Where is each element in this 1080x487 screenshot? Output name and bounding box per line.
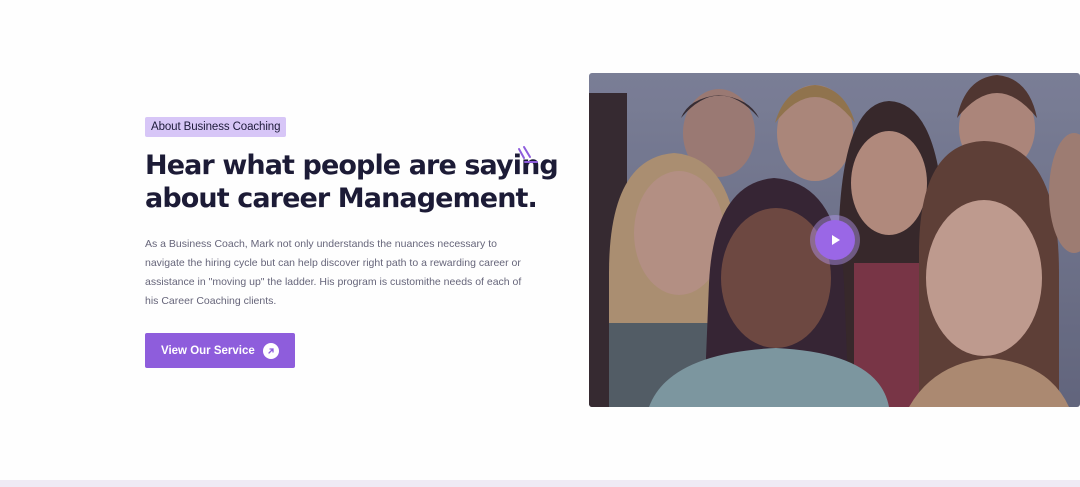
section-headline: Hear what people are saying about career…: [145, 146, 559, 215]
headline-line-2: about career Management.: [145, 183, 538, 214]
section-description: As a Business Coach, Mark not only under…: [145, 238, 522, 307]
play-icon: [832, 235, 840, 245]
arrow-up-right-icon: [262, 342, 279, 359]
play-icon-circle: [815, 220, 855, 260]
sparkle-icon: [518, 146, 538, 163]
headline-line-1: Hear what people are saying: [145, 150, 559, 181]
view-our-service-button[interactable]: View Our Service: [145, 333, 295, 368]
view-our-service-label: View Our Service: [161, 344, 255, 357]
play-button[interactable]: [810, 215, 860, 265]
about-section: About Business Coaching Hear what people…: [145, 117, 559, 368]
page: About Business Coaching Hear what people…: [0, 0, 1080, 487]
section-badge: About Business Coaching: [145, 117, 287, 137]
video-thumbnail[interactable]: [589, 73, 1080, 407]
bottom-divider-strip: [0, 480, 1080, 487]
